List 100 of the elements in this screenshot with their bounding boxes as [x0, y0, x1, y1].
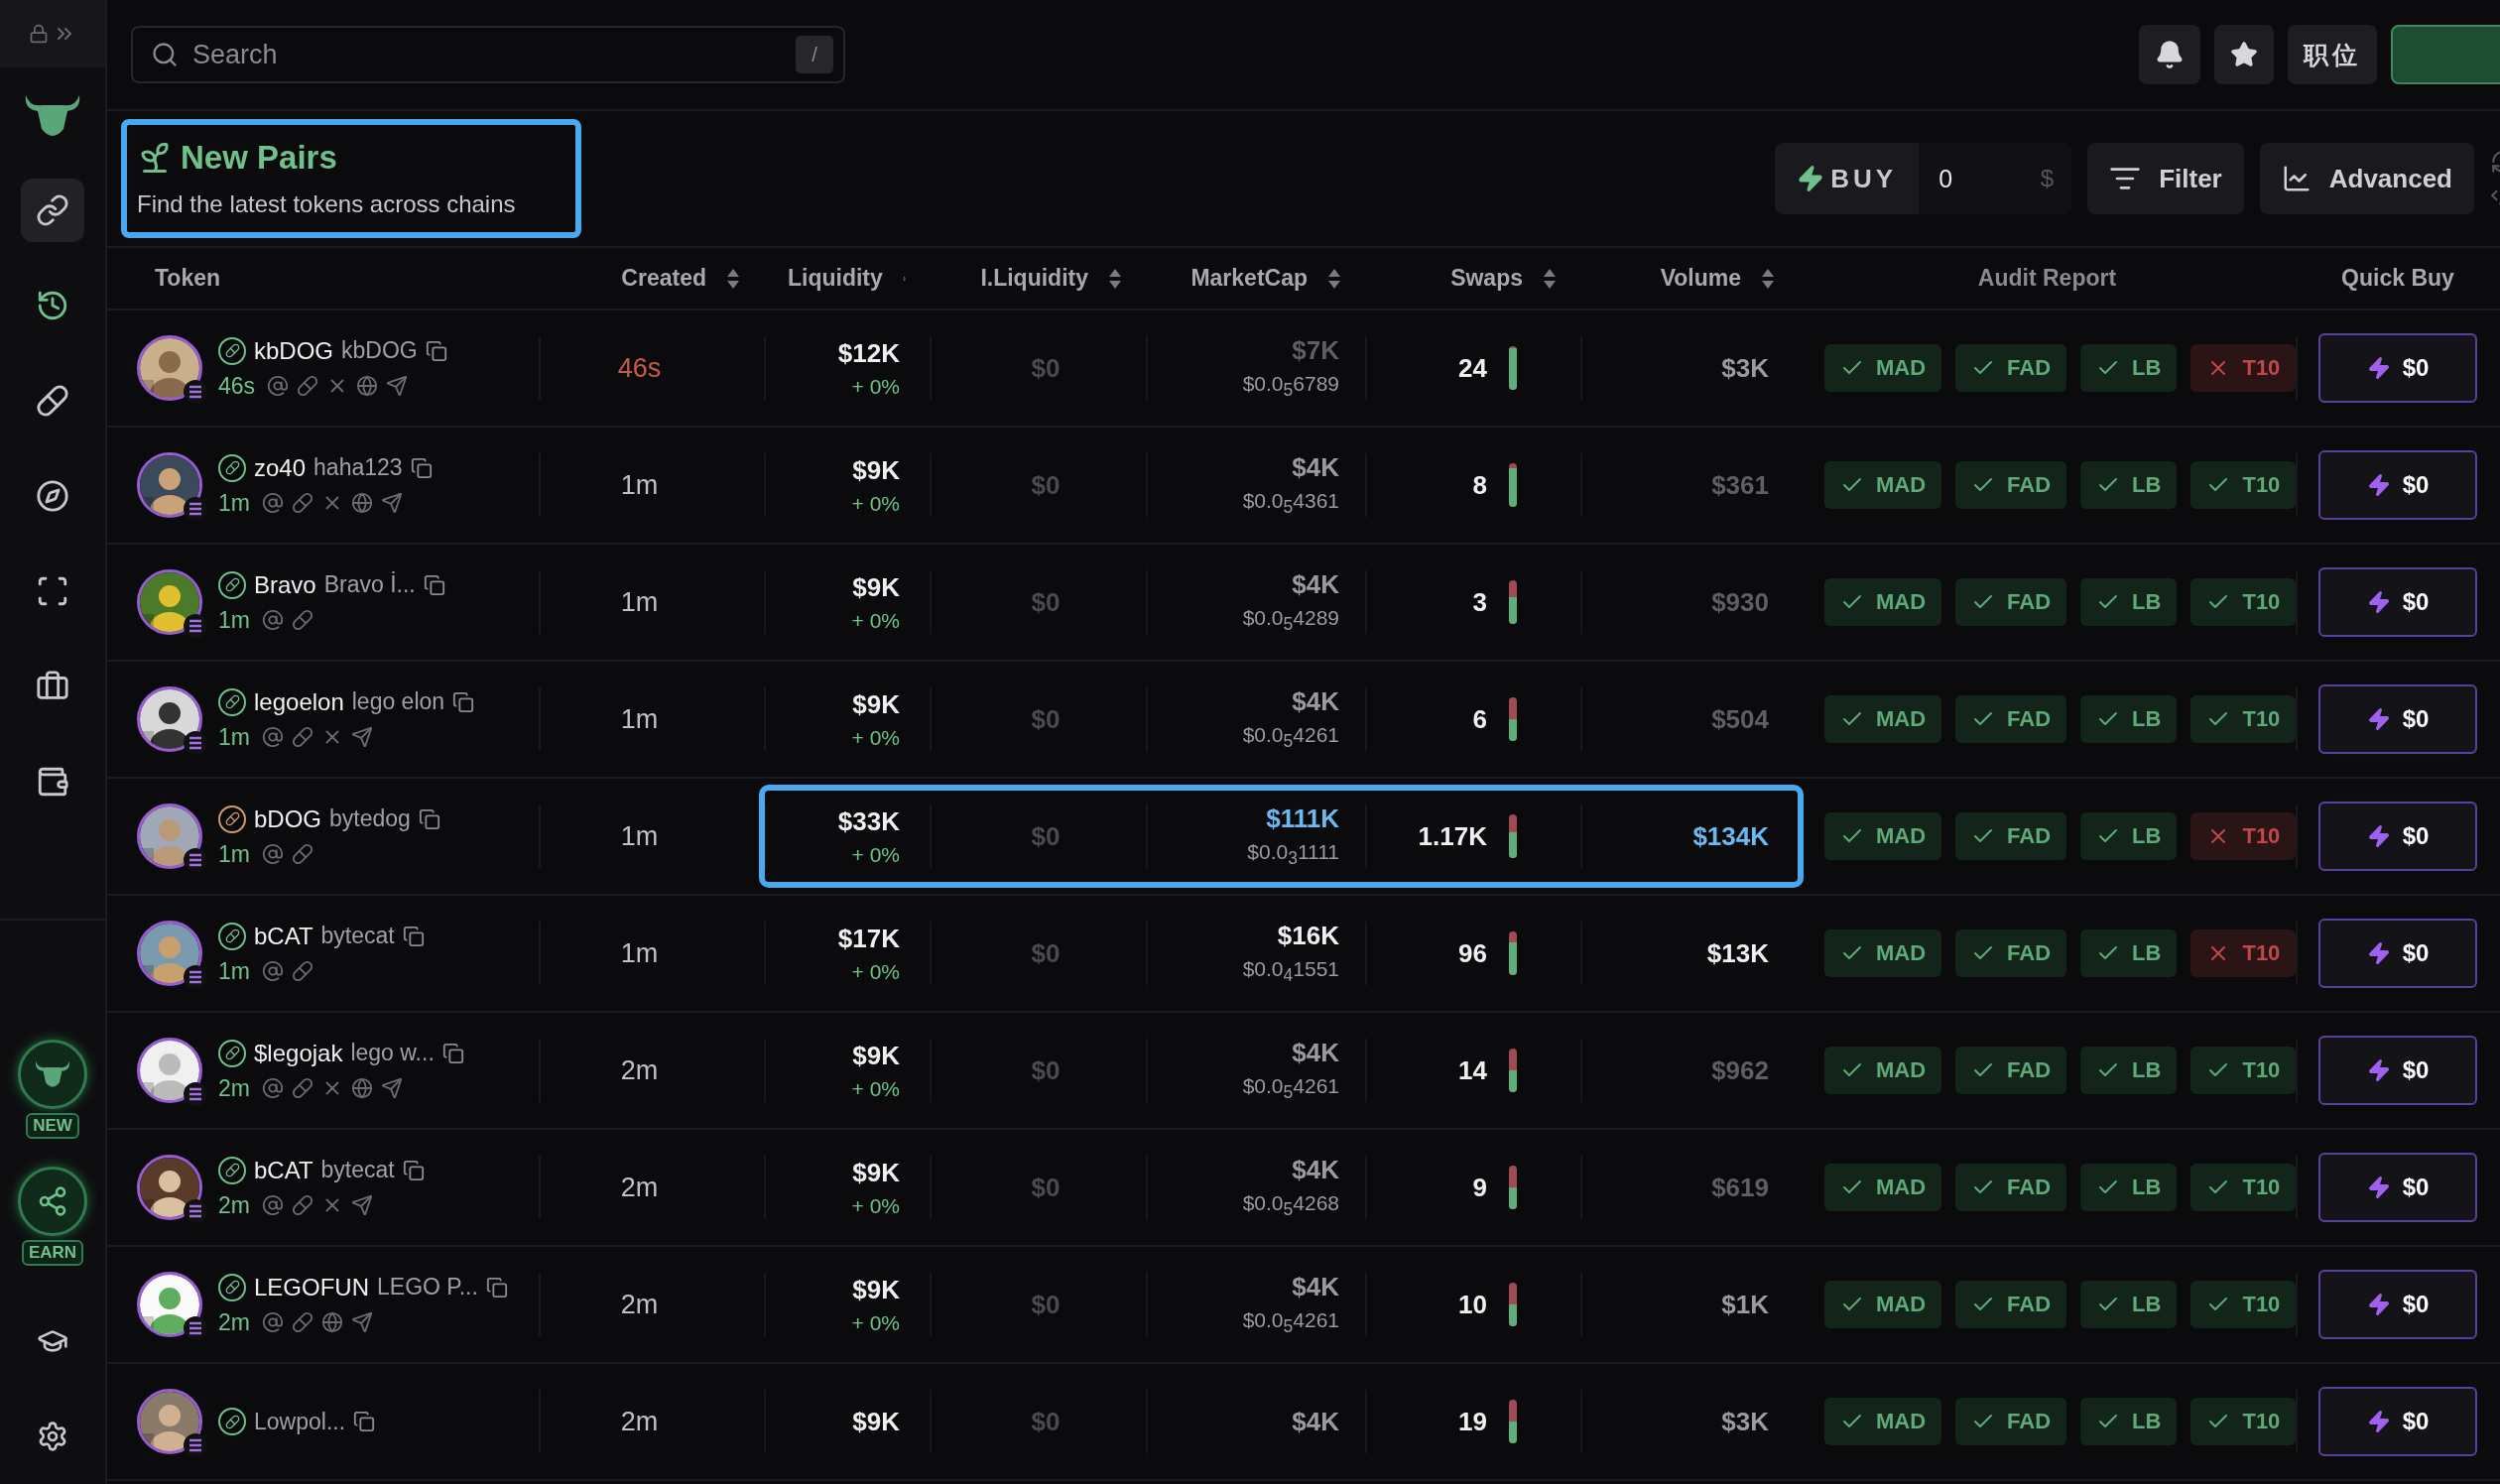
chain-badge-icon — [183, 496, 208, 522]
at-icon[interactable] — [261, 1311, 284, 1333]
column-header[interactable]: I.Liquidity — [980, 265, 1088, 292]
lightning-icon — [2366, 824, 2391, 848]
quick-buy-button[interactable]: $0 — [2318, 1036, 2477, 1105]
token-price: $0.0$_{5}$4261 — [1242, 1307, 1339, 1338]
at-icon[interactable] — [261, 492, 284, 514]
volume-value: $1K — [1721, 1289, 1769, 1320]
at-icon[interactable] — [267, 375, 290, 397]
copy-icon[interactable] — [418, 807, 440, 830]
pill-icon[interactable] — [291, 1311, 313, 1333]
send-icon[interactable] — [350, 1311, 373, 1333]
search-field[interactable]: Search / — [131, 26, 845, 83]
quick-buy-button[interactable]: $0 — [2318, 684, 2477, 754]
badge-button[interactable] — [18, 1167, 87, 1236]
volume-value: $504 — [1711, 703, 1769, 735]
favorites-button[interactable] — [2214, 25, 2274, 84]
buy-sell-bar — [1509, 580, 1517, 624]
quick-buy-button[interactable]: $0 — [2318, 1270, 2477, 1339]
at-icon[interactable] — [261, 726, 284, 748]
pill-icon[interactable] — [291, 960, 313, 982]
lightning-icon — [1797, 165, 1825, 192]
swap-count: 9 — [1472, 1172, 1487, 1203]
created-time: 2m — [620, 1406, 659, 1437]
nav-button[interactable] — [21, 179, 84, 242]
liquidity-value: $33K — [837, 805, 900, 837]
amount-input[interactable]: 0 — [1937, 163, 2017, 194]
globe-icon[interactable] — [320, 1311, 343, 1333]
quick-buy-button[interactable]: $0 — [2318, 1153, 2477, 1222]
liquidity-change: + 0% — [851, 1310, 900, 1335]
at-icon[interactable] — [261, 960, 284, 982]
send-icon[interactable] — [380, 492, 403, 514]
scan-icon — [36, 574, 69, 608]
copy-icon[interactable] — [402, 1159, 425, 1181]
quick-buy-button[interactable]: $0 — [2318, 1387, 2477, 1456]
advanced-button[interactable]: Advanced — [2259, 143, 2474, 214]
volume-value: $3K — [1721, 1406, 1769, 1437]
copy-icon[interactable] — [402, 925, 425, 947]
audit-tag: LB — [2080, 929, 2178, 977]
pill-icon[interactable] — [291, 1194, 313, 1216]
token-name: haha123 — [313, 454, 403, 481]
at-icon[interactable] — [261, 609, 284, 631]
quick-buy-button[interactable]: $0 — [2318, 567, 2477, 637]
send-icon[interactable] — [386, 375, 409, 397]
send-icon[interactable] — [350, 726, 373, 748]
pill-icon[interactable] — [291, 843, 313, 865]
lock-icon[interactable] — [29, 24, 49, 44]
pill-icon[interactable] — [291, 726, 313, 748]
pill-icon — [224, 928, 240, 943]
token-age: 1m — [218, 957, 250, 985]
column-header[interactable]: Liquidity — [788, 265, 883, 292]
settings-icon[interactable] — [37, 1421, 68, 1452]
volume-value: $361 — [1711, 469, 1769, 501]
send-icon[interactable] — [350, 1194, 373, 1216]
position-button[interactable]: 职位 — [2288, 25, 2377, 84]
quick-buy-button[interactable]: $0 — [2318, 919, 2477, 988]
badge-button[interactable] — [18, 1040, 87, 1109]
copy-icon[interactable] — [425, 339, 447, 362]
at-icon[interactable] — [261, 1077, 284, 1099]
copy-icon[interactable] — [423, 573, 445, 596]
badge-label[interactable]: NEW — [26, 1113, 79, 1139]
pill-icon[interactable] — [297, 375, 319, 397]
pill-icon[interactable] — [291, 492, 313, 514]
globe-icon[interactable] — [350, 1077, 373, 1099]
chain-badge-icon — [183, 613, 208, 639]
send-icon[interactable] — [380, 1077, 403, 1099]
buy-amount-control[interactable]: BUY 0 $ — [1775, 143, 2072, 214]
quick-buy-button[interactable]: $0 — [2318, 333, 2477, 403]
column-header[interactable]: Created — [621, 265, 706, 292]
search-input[interactable]: Search — [190, 38, 784, 71]
notifications-button[interactable] — [2139, 25, 2200, 84]
column-header[interactable]: MarketCap — [1190, 265, 1308, 292]
pill-icon[interactable] — [291, 1077, 313, 1099]
audit-tag: MAD — [1824, 812, 1942, 860]
initial-liquidity: $0 — [1031, 1289, 1061, 1320]
copy-icon[interactable] — [410, 456, 433, 479]
badge-label[interactable]: EARN — [21, 1240, 84, 1266]
pill-icon[interactable] — [291, 609, 313, 631]
copy-icon[interactable] — [485, 1276, 508, 1298]
buy-sell-bar — [1509, 931, 1517, 975]
at-icon[interactable] — [261, 1194, 284, 1216]
copy-icon[interactable] — [441, 1042, 464, 1064]
liquidity-value: $17K — [837, 923, 900, 954]
buy-sell-bar — [1509, 1049, 1517, 1092]
copy-icon[interactable] — [452, 690, 475, 713]
copy-icon[interactable] — [353, 1411, 376, 1432]
created-time: 2m — [620, 1289, 659, 1320]
at-icon[interactable] — [261, 843, 284, 865]
column-header[interactable]: Swaps — [1450, 265, 1523, 292]
token-symbol: kbDOG — [254, 336, 333, 365]
filter-button[interactable]: Filter — [2087, 143, 2244, 214]
audit-tag: FAD — [1955, 1164, 2067, 1211]
globe-icon[interactable] — [356, 375, 379, 397]
globe-icon[interactable] — [350, 492, 373, 514]
created-time: 2m — [620, 1172, 659, 1203]
token-age: 46s — [218, 372, 256, 400]
quick-buy-button[interactable]: $0 — [2318, 450, 2477, 520]
volume-value: $930 — [1711, 586, 1769, 618]
quick-buy-button[interactable]: $0 — [2318, 802, 2477, 871]
column-header[interactable]: Volume — [1660, 265, 1741, 292]
